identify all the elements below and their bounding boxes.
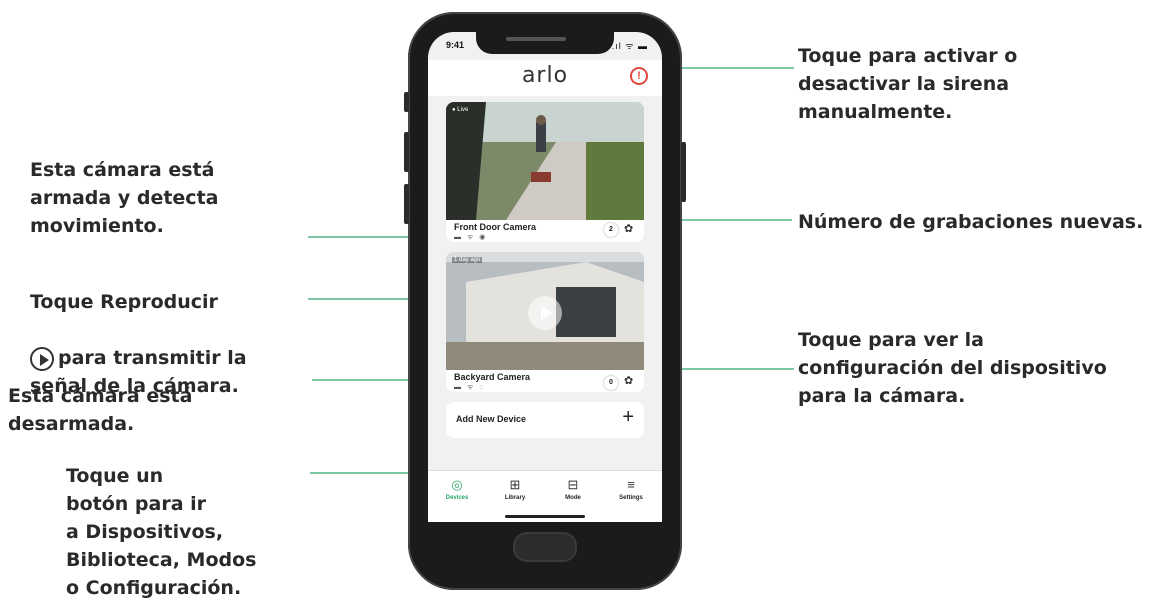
phone-screen: 9:41 ..ıl ᯤ ▬ arlo ! ● Live Front Door C… [428, 32, 662, 522]
tab-devices[interactable]: ◎ Devices [428, 477, 486, 501]
play-button[interactable] [528, 296, 562, 330]
siren-icon[interactable]: ! [630, 67, 648, 85]
new-recordings-badge: 2 [604, 223, 618, 237]
home-button[interactable] [513, 532, 577, 562]
gear-icon[interactable]: ✿ [624, 374, 633, 387]
camera-status-icons: ▬ ᯤ ◉ [454, 234, 488, 241]
camera-card-backyard[interactable]: 1 day ago Backyard Camera ▬ ᯤ ◌ 0 ✿ [446, 252, 644, 392]
gear-icon[interactable]: ✿ [624, 222, 633, 235]
devices-icon: ◎ [451, 477, 463, 492]
tab-settings[interactable]: ≡ Settings [602, 477, 660, 501]
library-icon: ⊞ [509, 477, 521, 492]
callout-siren: Toque para activar o desactivar la siren… [798, 45, 1018, 123]
camera-name: Front Door Camera [454, 222, 537, 232]
app-header: arlo ! [428, 60, 662, 96]
camera-card-front-door[interactable]: ● Live Front Door Camera ▬ ᯤ ◉ 2 ✿ [446, 102, 644, 242]
play-icon [30, 346, 54, 371]
plus-icon: + [622, 406, 634, 428]
notch [476, 32, 614, 54]
phone-mockup: 9:41 ..ıl ᯤ ▬ arlo ! ● Live Front Door C… [404, 12, 686, 590]
tab-label: Library [504, 495, 526, 501]
add-device-button[interactable]: Add New Device + [446, 402, 644, 438]
speaker [506, 37, 566, 41]
status-time: 9:41 [446, 40, 465, 50]
arlo-logo: arlo [521, 63, 569, 88]
tab-label: Mode [565, 495, 581, 501]
camera-name: Backyard Camera [454, 372, 531, 382]
callout-armed: Esta cámara está armada y detecta movimi… [30, 159, 219, 237]
callout-play: Toque Reproducir para transmitir la seña… [30, 260, 247, 400]
live-badge: ● Live [452, 107, 469, 113]
tab-label: Devices [445, 495, 469, 501]
side-button [681, 142, 686, 202]
mode-icon: ⊟ [567, 477, 579, 492]
tab-library[interactable]: ⊞ Library [486, 477, 544, 501]
callout-recordings: Número de grabaciones nuevas. [798, 211, 1144, 233]
add-device-label: Add New Device [456, 414, 527, 424]
callout-tabs: Toque un botón para ir a Dispositivos, B… [66, 465, 257, 599]
callout-play-prefix: Toque Reproducir [30, 291, 218, 313]
side-button [404, 132, 409, 172]
callout-disarmed: Esta cámara está desarmada. [8, 385, 193, 435]
new-recordings-badge: 0 [604, 376, 618, 390]
camera-status-icons: ▬ ᯤ ◌ [454, 384, 486, 391]
callout-settings: Toque para ver la configuración del disp… [798, 329, 1107, 407]
side-button [404, 92, 409, 112]
status-icons: ..ıl ᯤ ▬ [608, 41, 648, 51]
timestamp-badge: 1 day ago [452, 257, 483, 263]
tab-mode[interactable]: ⊟ Mode [544, 477, 602, 501]
home-indicator [505, 515, 585, 518]
settings-icon: ≡ [627, 477, 635, 492]
side-button [404, 184, 409, 224]
camera-feed-front-door[interactable] [446, 102, 644, 220]
tab-label: Settings [619, 495, 643, 501]
